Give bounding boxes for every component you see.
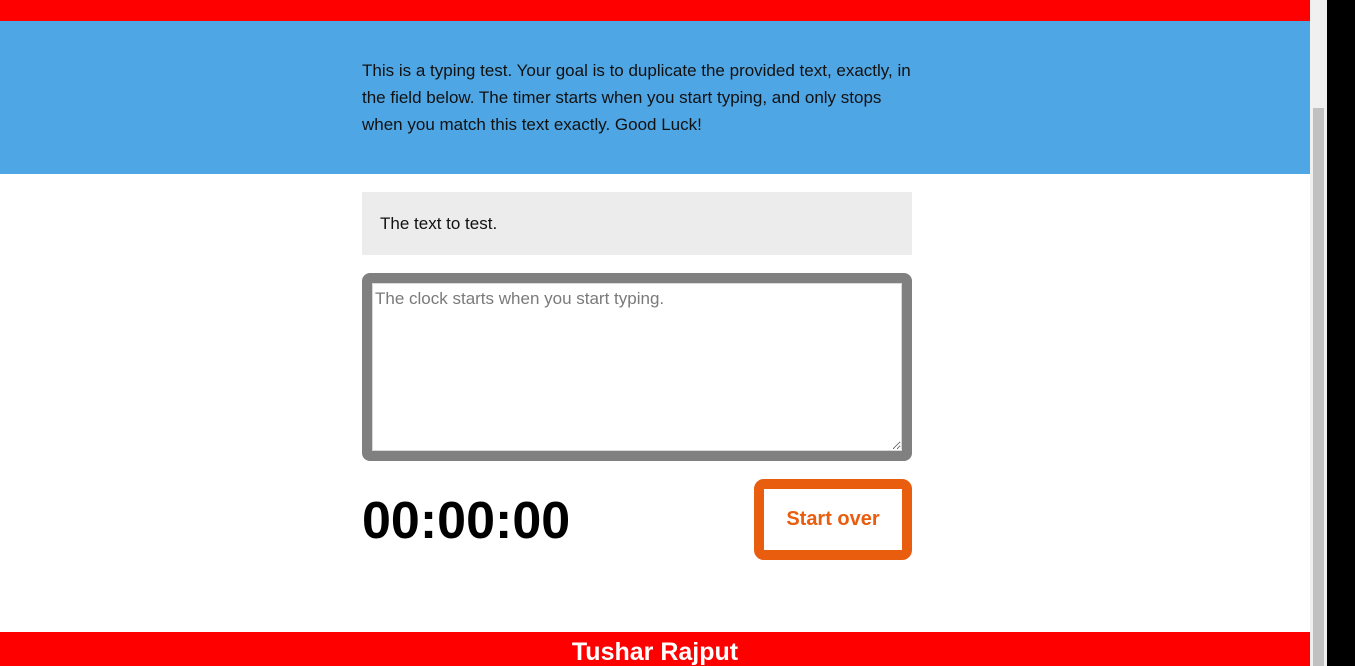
- origin-text-box: The text to test.: [362, 192, 912, 255]
- typing-input[interactable]: [372, 283, 902, 451]
- origin-text: The text to test.: [380, 214, 498, 233]
- timer-display: 00:00:00: [362, 492, 571, 550]
- intro-text: This is a typing test. Your goal is to d…: [362, 61, 911, 134]
- vertical-scrollbar[interactable]: [1310, 0, 1327, 666]
- footer-author: Tushar Rajput: [571, 638, 739, 666]
- test-wrapper: [362, 273, 912, 461]
- scrollbar-thumb[interactable]: [1313, 108, 1324, 666]
- window-edge: [1327, 0, 1355, 666]
- page: This is a typing test. Your goal is to d…: [0, 0, 1310, 666]
- footer: Tushar Rajput: [0, 632, 1310, 666]
- start-over-button[interactable]: Start over: [754, 479, 912, 560]
- top-banner: [0, 0, 1310, 21]
- intro-section: This is a typing test. Your goal is to d…: [0, 21, 1310, 174]
